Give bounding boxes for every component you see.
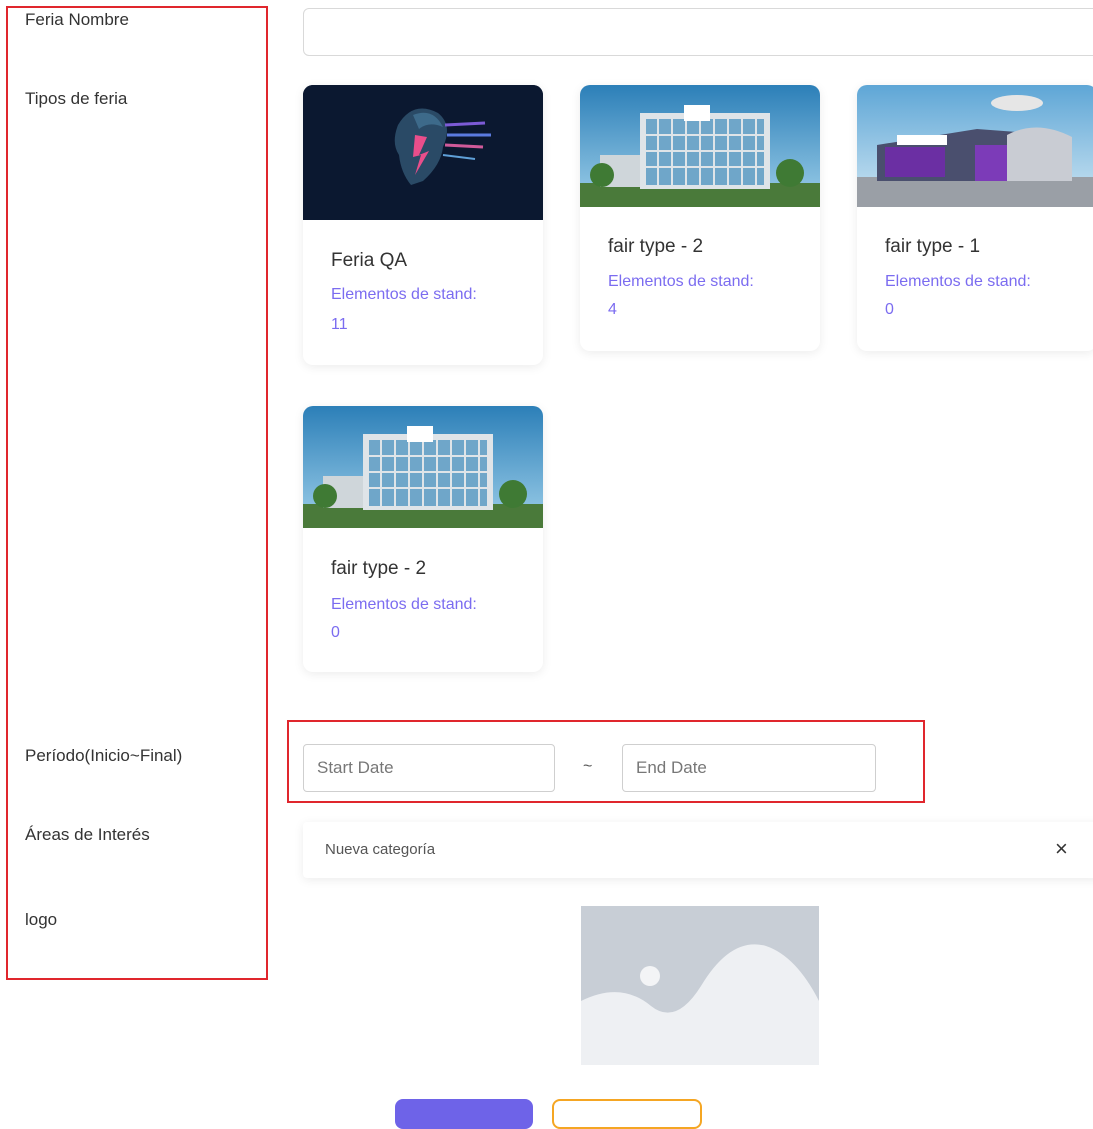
close-icon[interactable]: × bbox=[1055, 836, 1068, 862]
fair-type-elements-label: Elementos de stand: bbox=[331, 596, 477, 613]
fair-type-elements-count: 0 bbox=[885, 301, 894, 318]
cancel-button[interactable] bbox=[552, 1099, 702, 1129]
fair-name-input[interactable] bbox=[303, 8, 1093, 56]
fair-type-thumbnail bbox=[857, 85, 1093, 207]
fair-type-elements-label: Elementos de stand: bbox=[885, 273, 1031, 290]
start-date-input[interactable]: Start Date bbox=[303, 744, 555, 792]
fair-type-elements-label: Elementos de stand: bbox=[608, 273, 754, 290]
fair-type-card-fair-type-2[interactable]: fair type - 2 Elementos de stand: 4 bbox=[580, 85, 820, 351]
fair-type-title: fair type - 2 bbox=[608, 236, 704, 257]
fair-type-title: fair type - 2 bbox=[331, 558, 427, 579]
fair-type-elements-label: Elementos de stand: bbox=[331, 286, 477, 303]
fair-type-thumbnail bbox=[303, 85, 543, 220]
fair-type-card-fair-type-1[interactable]: fair type - 1 Elementos de stand: 0 bbox=[857, 85, 1093, 351]
fair-type-title: fair type - 1 bbox=[885, 236, 981, 257]
annotation-box-labels bbox=[6, 6, 268, 980]
fair-type-elements-count: 11 bbox=[331, 316, 348, 333]
new-category-label: Nueva categoría bbox=[325, 841, 436, 858]
fair-type-card-feria-qa[interactable]: Feria QA Elementos de stand: 11 bbox=[303, 85, 543, 365]
end-date-input[interactable]: End Date bbox=[622, 744, 876, 792]
fair-type-card-fair-type-2-b[interactable]: fair type - 2 Elementos de stand: 0 bbox=[303, 406, 543, 672]
fair-type-thumbnail bbox=[303, 406, 543, 528]
image-placeholder-icon bbox=[581, 906, 819, 1065]
date-range-separator: ~ bbox=[583, 758, 593, 775]
logo-placeholder-image[interactable] bbox=[581, 906, 819, 1065]
save-button[interactable] bbox=[395, 1099, 533, 1129]
fair-type-elements-count: 0 bbox=[331, 624, 340, 641]
fair-type-thumbnail bbox=[580, 85, 820, 207]
category-bar: Nueva categoría × bbox=[303, 822, 1093, 878]
fair-type-elements-count: 4 bbox=[608, 301, 617, 318]
fair-type-title: Feria QA bbox=[331, 250, 408, 271]
